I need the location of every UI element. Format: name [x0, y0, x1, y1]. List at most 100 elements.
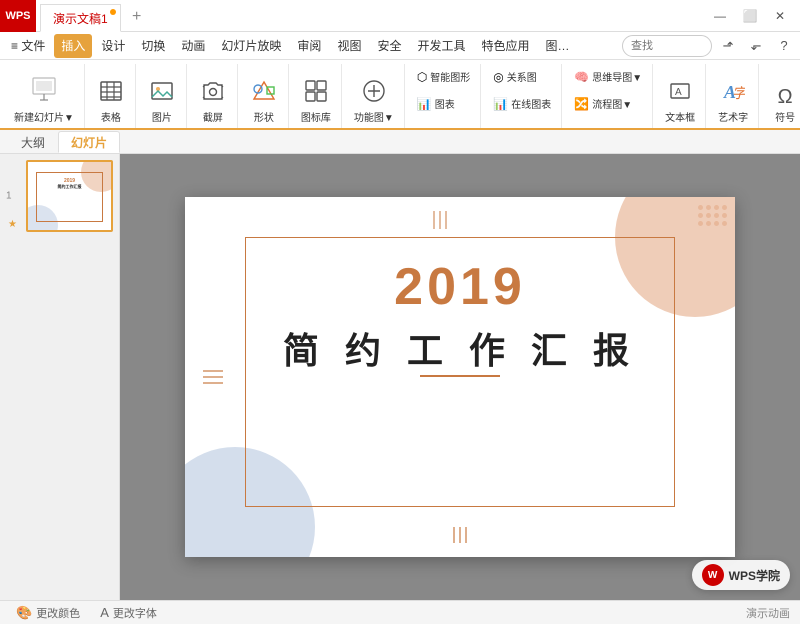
smart-shape-icon: ⬡ — [417, 70, 427, 84]
menu-animate-label: 动画 — [181, 37, 205, 54]
online-chart-button[interactable]: 📊 在线图表 — [489, 95, 555, 113]
menu-slideshow[interactable]: 幻灯片放映 — [214, 34, 288, 58]
close-button[interactable]: ✕ — [766, 2, 794, 30]
chart-button[interactable]: 📊 图表 — [413, 95, 474, 113]
menu-file-label: ≡ 文件 — [11, 37, 45, 54]
flowchart-button[interactable]: 🔀 流程图▼ — [570, 95, 646, 113]
chart-icon: 📊 — [417, 97, 432, 111]
deco-dots-top-right — [698, 205, 727, 226]
share-icon[interactable]: ⬏ — [716, 34, 740, 58]
mindmap-label: 思维导图▼ — [592, 69, 642, 84]
table-label: 表格 — [101, 109, 121, 124]
group-function: 功能图▼ — [344, 64, 405, 128]
slide-panel: 1 2019 简约工作汇报 ★ — [0, 154, 120, 600]
group-image: 图片 — [138, 64, 187, 128]
color-palette-icon: 🎨 — [16, 605, 32, 621]
title-tabs: 演示文稿1 + — [36, 0, 706, 31]
title-bar: W PS 演示文稿1 + — ⬜ ✕ — [0, 0, 800, 32]
flowchart-label: 流程图▼ — [592, 96, 632, 111]
wps-academy-text: WPS学院 — [729, 567, 780, 584]
change-font-label: 更改字体 — [113, 605, 157, 621]
textbox-button[interactable]: A 文本框 — [661, 74, 699, 126]
work-area: 1 2019 简约工作汇报 ★ — [0, 154, 800, 600]
menu-switch[interactable]: 切换 — [134, 34, 172, 58]
skin-icon[interactable]: ⬐ — [744, 34, 768, 58]
function-label: 功能图▼ — [354, 109, 394, 124]
function-button[interactable]: 功能图▼ — [350, 74, 398, 126]
title-tab-doc1[interactable]: 演示文稿1 — [40, 4, 121, 32]
menu-review-label: 审阅 — [297, 37, 321, 54]
relation-label: 关系图 — [507, 69, 537, 84]
change-font-button[interactable]: A 更改字体 — [94, 603, 163, 623]
image-icon — [150, 79, 174, 107]
new-slide-icon — [30, 74, 58, 107]
image-button[interactable]: 图片 — [144, 74, 180, 126]
artword-button[interactable]: A字 艺术字 — [714, 74, 752, 126]
ribbon-toolbar: 新建幻灯片▼ 表格 图片 — [0, 60, 800, 130]
wps-academy-badge[interactable]: W WPS学院 — [692, 560, 790, 590]
smart-shape-button[interactable]: ⬡ 智能图形 — [413, 68, 474, 86]
menu-devtools[interactable]: 开发工具 — [410, 34, 472, 58]
image-label: 图片 — [152, 109, 172, 124]
search-input[interactable] — [622, 35, 712, 57]
screenshot-button[interactable]: 截屏 — [195, 74, 231, 126]
slide-thumb-1[interactable]: 2019 简约工作汇报 — [26, 160, 113, 232]
slide-year: 2019 — [185, 257, 735, 317]
tab-outline[interactable]: 大纲 — [8, 131, 58, 153]
menu-file[interactable]: ≡ 文件 — [4, 34, 52, 58]
online-chart-label: 在线图表 — [511, 96, 551, 111]
chart-label: 图表 — [435, 96, 455, 111]
menu-special[interactable]: 特色应用 — [474, 34, 536, 58]
iconlib-button[interactable]: 图标库 — [297, 74, 335, 126]
menu-view[interactable]: 视图 — [330, 34, 368, 58]
maximize-button[interactable]: ⬜ — [736, 2, 764, 30]
title-tab-label: 演示文稿1 — [53, 10, 108, 27]
mindmap-button[interactable]: 🧠 思维导图▼ — [570, 68, 646, 86]
table-button[interactable]: 表格 — [93, 74, 129, 126]
shape-icon — [252, 79, 276, 107]
menu-review[interactable]: 审阅 — [290, 34, 328, 58]
tab-slides[interactable]: 幻灯片 — [58, 131, 120, 153]
menu-design[interactable]: 设计 — [94, 34, 132, 58]
font-icon: A — [100, 605, 109, 620]
wps-logo[interactable]: W PS — [0, 0, 36, 32]
svg-text:A: A — [675, 87, 682, 98]
menu-security-label: 安全 — [377, 37, 401, 54]
help-icon[interactable]: ? — [772, 34, 796, 58]
new-slide-button[interactable]: 新建幻灯片▼ — [10, 74, 78, 126]
iconlib-label: 图标库 — [301, 109, 331, 124]
menu-animate[interactable]: 动画 — [174, 34, 212, 58]
group-symbol: Ω 符号 — [761, 64, 800, 128]
shape-button[interactable]: 形状 — [246, 74, 282, 126]
group-table: 表格 — [87, 64, 136, 128]
change-color-button[interactable]: 🎨 更改颜色 — [10, 603, 86, 623]
menu-image[interactable]: 图… — [539, 34, 577, 58]
group-shape: 形状 — [240, 64, 289, 128]
minimize-button[interactable]: — — [706, 2, 734, 30]
search-area: ⬏ ⬐ ? — [622, 34, 796, 58]
relation-button[interactable]: ◎ 关系图 — [489, 68, 555, 86]
menu-security[interactable]: 安全 — [370, 34, 408, 58]
main-canvas: 2019 简 约 工 作 汇 报 W WPS学院 — [120, 154, 800, 600]
wps-logo-text: W — [5, 10, 15, 22]
slide-canvas: 2019 简 约 工 作 汇 报 — [185, 197, 735, 557]
wps-logo-ps: PS — [16, 10, 31, 22]
ribbon-menu-bar: ≡ 文件 插入 设计 切换 动画 幻灯片放映 审阅 视图 安全 开发工具 特色应… — [0, 32, 800, 60]
menu-insert[interactable]: 插入 — [54, 34, 92, 58]
new-tab-button[interactable]: + — [123, 3, 151, 31]
window-controls: — ⬜ ✕ — [706, 2, 800, 30]
textbox-label: 文本框 — [665, 109, 695, 124]
group-iconlib: 图标库 — [291, 64, 342, 128]
screenshot-icon — [201, 79, 225, 107]
symbol-label: 符号 — [775, 109, 795, 124]
group-relation: ◎ 关系图 📊 在线图表 — [483, 64, 562, 128]
artword-label: 艺术字 — [718, 109, 748, 124]
menu-design-label: 设计 — [101, 37, 125, 54]
tab-outline-label: 大纲 — [21, 134, 45, 151]
mindmap-icon: 🧠 — [574, 70, 589, 84]
relation-icon: ◎ — [493, 70, 503, 84]
menu-insert-label: 插入 — [61, 37, 85, 54]
symbol-button[interactable]: Ω 符号 — [767, 74, 800, 126]
group-mindmap: 🧠 思维导图▼ 🔀 流程图▼ — [564, 64, 653, 128]
table-icon — [99, 79, 123, 107]
